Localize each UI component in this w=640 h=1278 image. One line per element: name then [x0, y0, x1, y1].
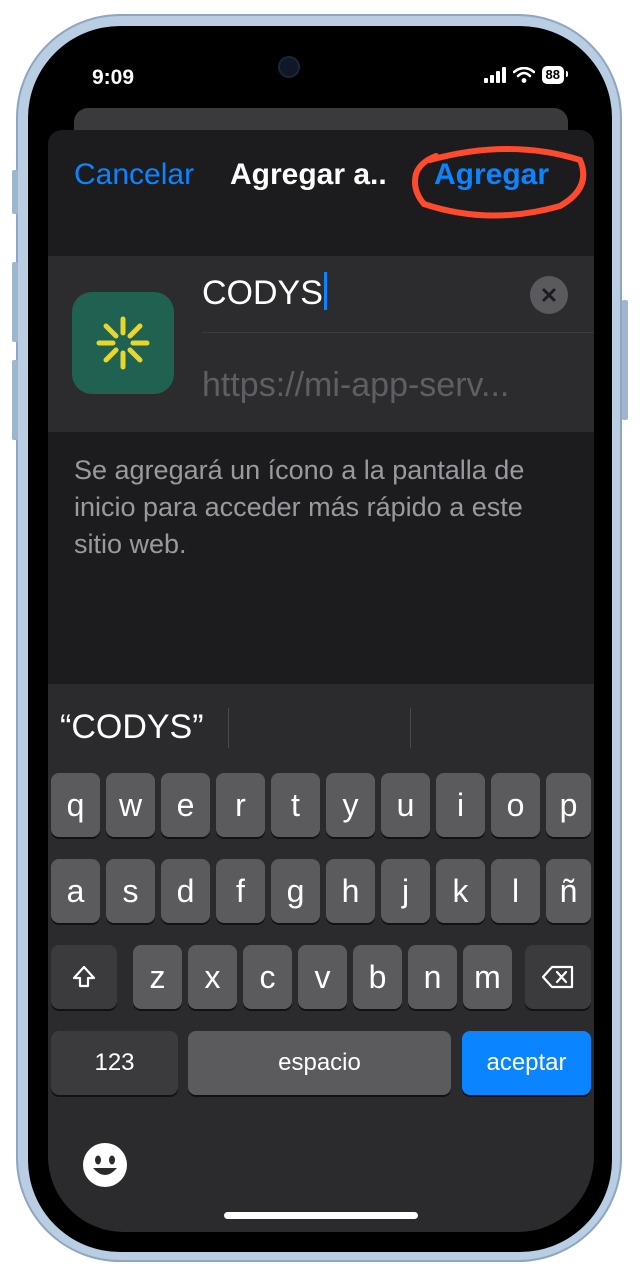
- suggestion-separator: [228, 708, 229, 748]
- key-g[interactable]: g: [271, 859, 320, 923]
- status-icons: 88: [483, 66, 569, 84]
- key-y[interactable]: y: [326, 773, 375, 837]
- space-key[interactable]: espacio: [188, 1031, 451, 1095]
- key-o[interactable]: o: [491, 773, 540, 837]
- key-n[interactable]: n: [408, 945, 457, 1009]
- signal-icon: [483, 67, 506, 83]
- suggestion-item[interactable]: “CODYS”: [60, 708, 204, 747]
- sheet-title: Agregar a..: [230, 158, 387, 191]
- key-n-tilde[interactable]: ñ: [546, 859, 591, 923]
- volume-up-button: [12, 262, 18, 342]
- key-f[interactable]: f: [216, 859, 265, 923]
- key-d[interactable]: d: [161, 859, 210, 923]
- shift-icon: [72, 965, 96, 988]
- home-indicator[interactable]: [224, 1212, 418, 1219]
- return-key[interactable]: aceptar: [462, 1031, 591, 1095]
- key-x[interactable]: x: [188, 945, 237, 1009]
- key-r[interactable]: r: [216, 773, 265, 837]
- key-c[interactable]: c: [243, 945, 292, 1009]
- wifi-icon: [512, 67, 535, 83]
- key-s[interactable]: s: [106, 859, 155, 923]
- power-button: [622, 300, 628, 420]
- emoji-icon[interactable]: [82, 1142, 128, 1188]
- key-h[interactable]: h: [326, 859, 375, 923]
- key-j[interactable]: j: [381, 859, 430, 923]
- key-i[interactable]: i: [436, 773, 485, 837]
- battery-icon: 88: [541, 66, 569, 84]
- key-k[interactable]: k: [436, 859, 485, 923]
- key-w[interactable]: w: [106, 773, 155, 837]
- key-v[interactable]: v: [298, 945, 347, 1009]
- key-e[interactable]: e: [161, 773, 210, 837]
- key-m[interactable]: m: [463, 945, 512, 1009]
- clear-icon: [542, 288, 556, 302]
- delete-key[interactable]: [525, 945, 591, 1009]
- bookmark-name-value: CODYS: [202, 274, 323, 312]
- mute-switch: [12, 170, 18, 214]
- status-time: 9:09: [92, 66, 135, 89]
- cancel-button[interactable]: Cancelar: [74, 158, 194, 192]
- key-q[interactable]: q: [51, 773, 100, 837]
- bookmark-card: CODYS https://mi-app-serv...: [48, 256, 594, 432]
- keyboard: “CODYS” q w e r t y u i o p a s d f g h …: [48, 684, 594, 1232]
- key-u[interactable]: u: [381, 773, 430, 837]
- sunburst-icon: [96, 316, 150, 370]
- description-text: Se agregará un ícono a la pantalla de in…: [74, 455, 525, 559]
- key-p[interactable]: p: [546, 773, 591, 837]
- backspace-icon: [541, 965, 574, 989]
- key-b[interactable]: b: [353, 945, 402, 1009]
- key-l[interactable]: l: [491, 859, 540, 923]
- key-t[interactable]: t: [271, 773, 320, 837]
- screen: 9:09 88 Cancelar Agregar a.. Agregar COD…: [48, 44, 594, 1232]
- battery-level: 88: [545, 67, 560, 82]
- highlight-annotation: [412, 146, 587, 219]
- volume-down-button: [12, 360, 18, 440]
- app-icon: [72, 292, 174, 394]
- numbers-key[interactable]: 123: [51, 1031, 178, 1095]
- text-caret: [323, 272, 327, 310]
- bookmark-url: https://mi-app-serv...: [202, 366, 510, 404]
- key-a[interactable]: a: [51, 859, 100, 923]
- suggestion-separator: [410, 708, 411, 748]
- field-divider: [202, 332, 594, 333]
- clear-button[interactable]: [530, 276, 568, 314]
- key-z[interactable]: z: [133, 945, 182, 1009]
- bookmark-name-input[interactable]: CODYS: [202, 272, 327, 313]
- shift-key[interactable]: [51, 945, 117, 1009]
- front-camera: [278, 56, 300, 78]
